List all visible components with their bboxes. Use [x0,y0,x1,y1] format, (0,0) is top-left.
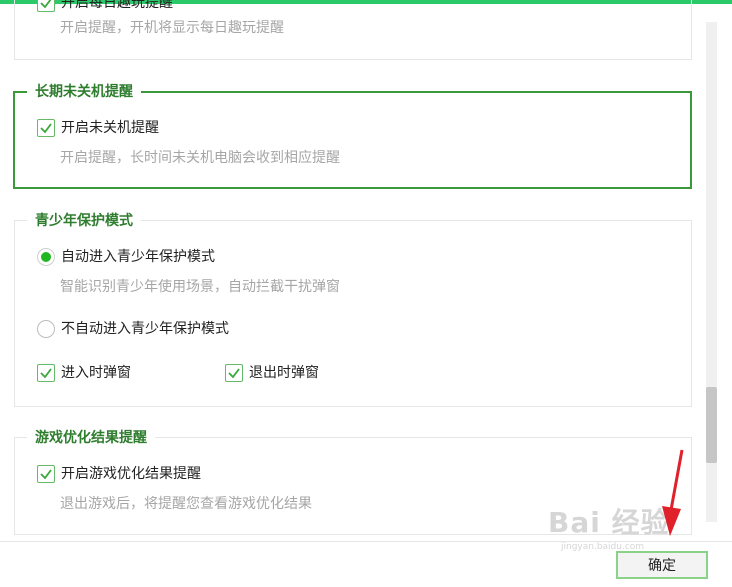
radio-selected-dot [41,252,51,262]
check-icon [40,368,52,379]
youth-auto-desc: 智能识别青少年使用场景，自动拦截干扰弹窗 [60,279,340,295]
daily-fun-group: 开启每日趣玩提醒 开启提醒，开机将显示每日趣玩提醒 [14,0,692,60]
enter-popup-checkbox-row[interactable]: 进入时弹窗 [37,363,131,383]
game-opt-checkbox-row[interactable]: 开启游戏优化结果提醒 [37,464,201,484]
long-running-title: 长期未关机提醒 [27,82,141,102]
youth-manual-radio[interactable] [37,320,55,338]
long-running-checkbox-row[interactable]: 开启未关机提醒 [37,118,159,138]
long-running-checkbox[interactable] [37,119,55,137]
game-opt-checkbox-label: 开启游戏优化结果提醒 [61,466,201,482]
check-icon [40,0,52,9]
youth-auto-radio-row[interactable]: 自动进入青少年保护模式 [37,247,215,267]
enter-popup-label: 进入时弹窗 [61,365,131,381]
red-arrow-icon [662,449,684,536]
game-opt-title: 游戏优化结果提醒 [27,428,155,448]
ok-button[interactable]: 确定 [616,551,708,579]
youth-mode-group: 青少年保护模式 自动进入青少年保护模式 智能识别青少年使用场景，自动拦截干扰弹窗… [14,211,692,407]
long-running-checkbox-label: 开启未关机提醒 [61,120,159,136]
exit-popup-checkbox[interactable] [225,364,243,382]
exit-popup-label: 退出时弹窗 [249,365,319,381]
exit-popup-checkbox-row[interactable]: 退出时弹窗 [225,363,319,383]
game-opt-desc: 退出游戏后，将提醒您查看游戏优化结果 [60,496,312,512]
youth-auto-radio[interactable] [37,248,55,266]
game-opt-checkbox[interactable] [37,465,55,483]
long-running-desc: 开启提醒，长时间未关机电脑会收到相应提醒 [60,150,340,166]
scrollbar-thumb[interactable] [706,387,717,463]
youth-manual-radio-row[interactable]: 不自动进入青少年保护模式 [37,319,229,339]
ok-button-label: 确定 [648,558,676,574]
long-running-group: 长期未关机提醒 开启未关机提醒 开启提醒，长时间未关机电脑会收到相应提醒 [13,82,692,189]
check-icon [228,368,240,379]
daily-fun-checkbox-row[interactable]: 开启每日趣玩提醒 [37,0,173,13]
youth-manual-label: 不自动进入青少年保护模式 [61,321,229,337]
daily-fun-desc: 开启提醒，开机将显示每日趣玩提醒 [60,20,284,36]
youth-mode-title: 青少年保护模式 [27,211,141,231]
daily-fun-checkbox-label: 开启每日趣玩提醒 [61,0,173,11]
youth-auto-label: 自动进入青少年保护模式 [61,249,215,265]
check-icon [40,469,52,480]
baidu-watermark: Bai 经验 [548,506,670,539]
enter-popup-checkbox[interactable] [37,364,55,382]
daily-fun-checkbox[interactable] [37,0,55,12]
check-icon [40,123,52,134]
